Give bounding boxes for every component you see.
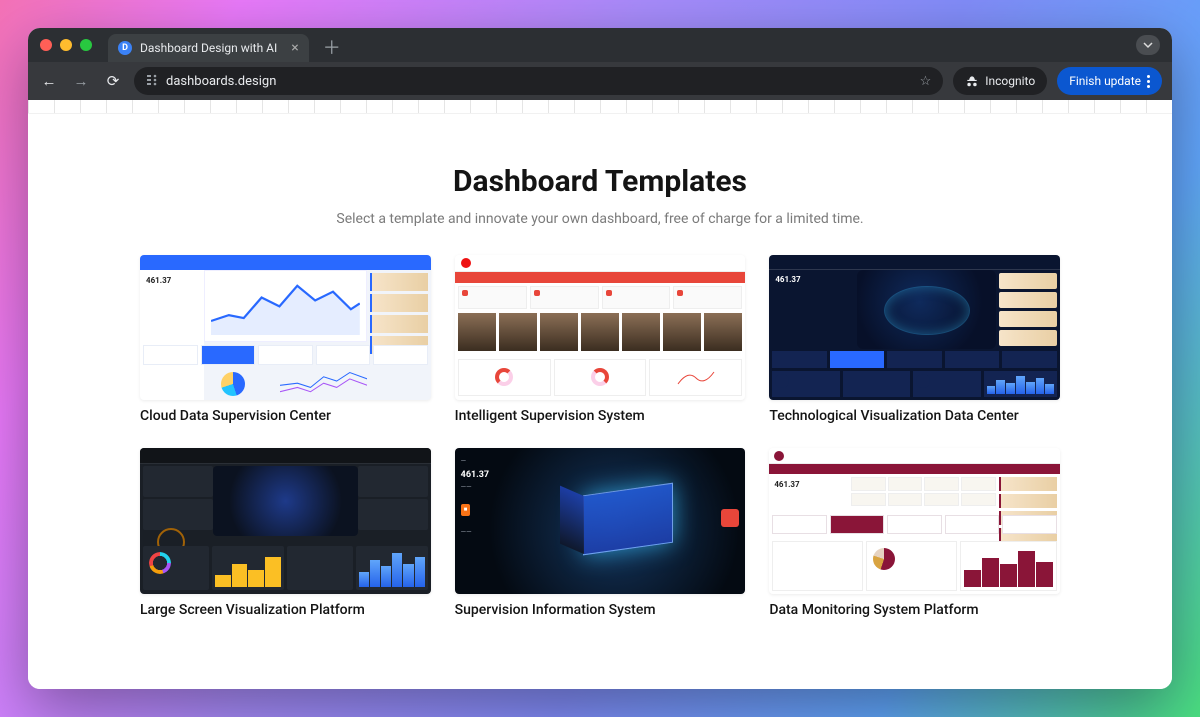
template-grid: 461.37 Cloud Data Supervisio — [140, 255, 1060, 618]
sample-kpi: 461.37 — [146, 276, 171, 285]
back-button[interactable]: ← — [38, 72, 60, 90]
window-controls — [40, 39, 92, 51]
thumb-overlay-text: — 461.37 —— ■ —— — [461, 456, 489, 538]
sample-kpi: 461.37 — [774, 480, 799, 489]
minimize-window-button[interactable] — [60, 39, 72, 51]
fullscreen-window-button[interactable] — [80, 39, 92, 51]
ruler-decoration — [28, 100, 1172, 114]
page-subtitle: Select a template and innovate your own … — [88, 211, 1112, 227]
bookmark-star-icon[interactable]: ☆ — [920, 74, 932, 89]
chevron-down-icon — [1143, 40, 1153, 50]
page-content: Dashboard Templates Select a template an… — [28, 114, 1172, 689]
template-thumbnail: 461.37 — [769, 255, 1060, 400]
template-thumbnail: 47,368.29 — [140, 448, 431, 593]
kebab-menu-icon — [1147, 75, 1150, 88]
incognito-indicator[interactable]: Incognito — [953, 67, 1047, 95]
template-thumbnail — [455, 255, 746, 400]
close-window-button[interactable] — [40, 39, 52, 51]
sample-kpi: 461.37 — [775, 275, 800, 284]
site-settings-icon[interactable] — [146, 74, 158, 89]
address-bar[interactable]: dashboards.design ☆ — [134, 67, 943, 95]
new-tab-button[interactable]: ＋ — [323, 34, 341, 60]
template-thumbnail: 461.37 — [140, 255, 431, 400]
template-thumbnail: — 461.37 —— ■ —— — [455, 448, 746, 593]
incognito-label: Incognito — [985, 74, 1035, 88]
template-title: Technological Visualization Data Center — [769, 408, 1060, 424]
tab-title: Dashboard Design with AI — [140, 41, 277, 55]
page-heading: Dashboard Templates — [88, 164, 1112, 199]
browser-toolbar: ← → ⟳ dashboards.design ☆ Incognito Fini… — [28, 62, 1172, 100]
tab-favicon: D — [118, 41, 132, 55]
reload-button[interactable]: ⟳ — [102, 72, 124, 90]
template-card[interactable]: Intelligent Supervision System — [455, 255, 746, 424]
browser-tab[interactable]: D Dashboard Design with AI × — [108, 34, 309, 62]
window-dropdown-button[interactable] — [1136, 35, 1160, 55]
finish-update-label: Finish update — [1069, 74, 1141, 88]
close-tab-icon[interactable]: × — [291, 40, 298, 56]
template-card[interactable]: 461.37 Cloud Data Supervisio — [140, 255, 431, 424]
template-card[interactable]: — 461.37 —— ■ —— Supervision Information… — [455, 448, 746, 617]
forward-button[interactable]: → — [70, 72, 92, 90]
incognito-icon — [965, 74, 979, 88]
template-title: Cloud Data Supervision Center — [140, 408, 431, 424]
finish-update-button[interactable]: Finish update — [1057, 67, 1162, 95]
template-title: Intelligent Supervision System — [455, 408, 746, 424]
template-title: Data Monitoring System Platform — [769, 602, 1060, 618]
template-card[interactable]: 461.37 Technological Visualization Data … — [769, 255, 1060, 424]
template-title: Large Screen Visualization Platform — [140, 602, 431, 618]
template-card[interactable]: 47,368.29 Large Screen Visualization Pla… — [140, 448, 431, 617]
browser-window: D Dashboard Design with AI × ＋ ← → ⟳ das… — [28, 28, 1172, 689]
titlebar: D Dashboard Design with AI × ＋ — [28, 28, 1172, 62]
template-title: Supervision Information System — [455, 602, 746, 618]
template-card[interactable]: 461.37 Data Monitoring System Platform — [769, 448, 1060, 617]
template-thumbnail: 461.37 — [769, 448, 1060, 593]
url-text: dashboards.design — [166, 74, 276, 89]
